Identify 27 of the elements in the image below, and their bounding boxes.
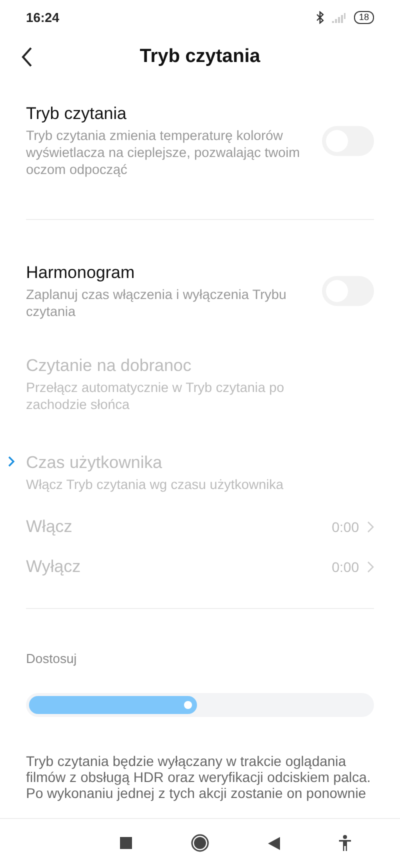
setting-title: Czytanie na dobranoc xyxy=(26,355,192,377)
battery-indicator: 18 xyxy=(354,11,374,24)
time-value: 0:00 xyxy=(332,558,359,576)
back-icon[interactable] xyxy=(268,836,280,850)
setting-description: Tryb czytania zmienia temperaturę kolorów wyświetlacza na cieplejsze, pozwalając twoim oczom odpocząć xyxy=(26,127,301,178)
back-button[interactable] xyxy=(20,45,34,69)
setting-title: Włącz xyxy=(26,516,72,538)
status-time: 16:24 xyxy=(26,8,60,27)
recents-icon[interactable] xyxy=(120,837,132,849)
setting-description: Przełącz automatycznie w Tryb czytania po zachodzie słońca xyxy=(26,379,286,413)
setting-title: Wyłącz xyxy=(26,556,81,578)
slider-track[interactable] xyxy=(26,692,374,716)
setting-description: Włącz Tryb czytania wg czasu użytkownika xyxy=(26,476,284,493)
setting-title: Tryb czytania xyxy=(26,103,128,125)
setting-title: Harmonogram xyxy=(26,262,136,284)
setting-title: Czas użytkownika xyxy=(26,452,164,474)
home-icon[interactable] xyxy=(190,834,208,852)
signal-icon xyxy=(332,12,346,22)
info-text: Tryb czytania będzie wyłączany w trakcie oglądania filmów z obsługą HDR oraz weryfikacji odciskiem palca. Po wykonaniu jednej z tych akcji zostanie on ponownie xyxy=(26,752,372,800)
setting-description: Zaplanuj czas włączenia i wyłączenia Trybu czytania xyxy=(26,286,288,320)
accessibility-icon[interactable] xyxy=(338,835,350,851)
bluetooth-icon xyxy=(316,11,324,24)
time-value: 0:00 xyxy=(332,518,359,536)
chevron-right-icon xyxy=(367,521,374,533)
chevron-right-icon xyxy=(367,561,374,573)
page-title: Tryb czytania xyxy=(140,44,260,69)
slider-label: Dostosuj xyxy=(26,650,78,668)
